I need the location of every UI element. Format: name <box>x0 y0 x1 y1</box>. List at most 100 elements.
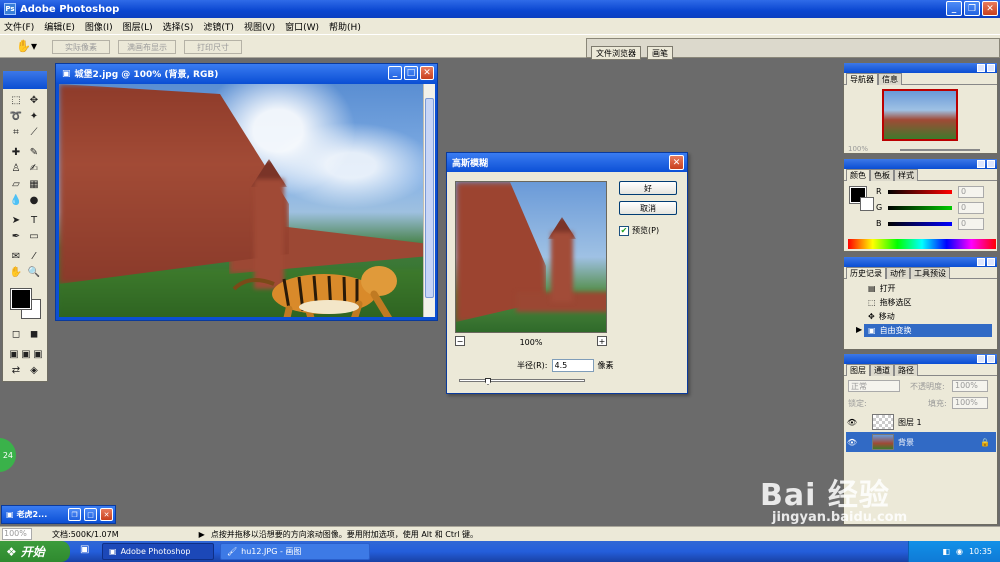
image-canvas[interactable] <box>59 84 424 317</box>
pen-tool-icon[interactable]: ✒ <box>7 229 25 243</box>
history-item[interactable]: ▤ 打开 <box>864 282 992 295</box>
tab-layers[interactable]: 图层 <box>846 364 870 376</box>
dodge-tool-icon[interactable]: ● <box>25 193 43 207</box>
doc-close-button[interactable]: ✕ <box>420 66 434 80</box>
menu-window[interactable]: 窗口(W) <box>285 20 319 33</box>
tab-actions[interactable]: 动作 <box>886 267 910 279</box>
lasso-tool-icon[interactable]: ➰ <box>7 109 25 123</box>
marquee-tool-icon[interactable]: ⬚ <box>7 93 25 107</box>
radius-slider-knob[interactable] <box>485 378 491 385</box>
print-size-button[interactable]: 打印尺寸 <box>184 40 242 54</box>
doc-minimize-button[interactable]: _ <box>388 66 402 80</box>
b-value[interactable]: 0 <box>958 218 984 230</box>
scrollbar-thumb[interactable] <box>425 98 434 298</box>
tab-swatches[interactable]: 色板 <box>870 169 894 181</box>
clock[interactable]: 10:35 <box>969 547 992 556</box>
minimized-close-button[interactable]: ✕ <box>100 508 113 521</box>
eye-icon[interactable]: 👁 <box>846 436 858 448</box>
menu-edit[interactable]: 编辑(E) <box>44 20 75 33</box>
start-button[interactable]: ❖ 开始 <box>0 541 70 562</box>
layer-row[interactable]: 👁 背景 🔒 <box>846 432 996 452</box>
tab-channels[interactable]: 通道 <box>870 364 894 376</box>
ok-button[interactable]: 好 <box>619 181 677 195</box>
history-item[interactable]: ▣ 自由变换 <box>864 324 992 337</box>
standard-mode-icon[interactable]: ◻ <box>7 327 25 341</box>
blur-tool-icon[interactable]: 💧 <box>7 193 25 207</box>
menu-view[interactable]: 视图(V) <box>244 20 275 33</box>
layers-close-icon[interactable] <box>987 355 995 363</box>
status-zoom[interactable]: 100% <box>2 528 32 540</box>
palette-close-icon[interactable] <box>987 64 995 72</box>
task-paint[interactable]: 🖌 hu12.JPG - 画图 <box>220 543 370 560</box>
restore-button[interactable]: ❐ <box>964 1 980 16</box>
fill-input[interactable]: 100% <box>952 397 988 409</box>
tab-info[interactable]: 信息 <box>878 73 902 85</box>
eye-icon[interactable]: 👁 <box>846 416 858 428</box>
status-doc-size[interactable]: 文档:500K/1.07M <box>52 529 119 540</box>
opacity-input[interactable]: 100% <box>952 380 988 392</box>
menu-file[interactable]: 文件(F) <box>4 20 34 33</box>
tab-color[interactable]: 颜色 <box>846 169 870 181</box>
history-brush-icon[interactable]: ✍ <box>25 161 43 175</box>
hand-tool-box-icon[interactable]: ✋ <box>7 265 25 279</box>
jump-to-imageready-icon[interactable]: ⇄ <box>7 363 25 377</box>
r-value[interactable]: 0 <box>958 186 984 198</box>
dialog-close-button[interactable]: ✕ <box>669 155 684 170</box>
clone-stamp-icon[interactable]: ♙ <box>7 161 25 175</box>
g-value[interactable]: 0 <box>958 202 984 214</box>
navigator-zoom-slider[interactable] <box>900 149 980 151</box>
shape-tool-icon[interactable]: ▭ <box>25 229 43 243</box>
color-close-icon[interactable] <box>987 160 995 168</box>
document-vertical-scrollbar[interactable] <box>423 84 435 317</box>
history-minimize-icon[interactable] <box>977 258 985 266</box>
layer-row[interactable]: 👁 图层 1 <box>846 412 996 432</box>
notes-tool-icon[interactable]: ✉ <box>7 249 25 263</box>
navigator-zoom[interactable]: 100% <box>848 145 868 153</box>
blend-mode-select[interactable]: 正常 <box>848 380 900 392</box>
menu-image[interactable]: 图像(I) <box>85 20 113 33</box>
minimized-maximize-button[interactable]: □ <box>84 508 97 521</box>
history-item[interactable]: ⬚ 拖移选区 <box>864 296 992 309</box>
tab-paths[interactable]: 路径 <box>894 364 918 376</box>
tab-file-browser[interactable]: 文件浏览器 <box>591 46 641 60</box>
tab-styles[interactable]: 样式 <box>894 169 918 181</box>
eraser-tool-icon[interactable]: ▱ <box>7 177 25 191</box>
radius-slider[interactable] <box>459 378 585 385</box>
path-select-icon[interactable]: ➤ <box>7 213 25 227</box>
r-slider[interactable] <box>888 190 952 194</box>
task-photoshop[interactable]: ▣ Adobe Photoshop <box>102 543 214 560</box>
doc-maximize-button[interactable]: □ <box>404 66 418 80</box>
zoom-tool-icon[interactable]: 🔍 <box>25 265 43 279</box>
color-minimize-icon[interactable] <box>977 160 985 168</box>
history-close-icon[interactable] <box>987 258 995 266</box>
foreground-color-swatch[interactable] <box>10 288 32 310</box>
menu-layer[interactable]: 图层(L) <box>123 20 153 33</box>
preview-checkbox-row[interactable]: ✔ 预览(P) <box>619 225 659 236</box>
preview-checkbox[interactable]: ✔ <box>619 225 629 236</box>
minimize-button[interactable]: _ <box>946 1 962 16</box>
color-spectrum[interactable] <box>848 239 996 249</box>
magic-wand-tool-icon[interactable]: ✦ <box>25 109 43 123</box>
tab-history[interactable]: 历史记录 <box>846 267 886 279</box>
hand-tool-icon[interactable]: ✋▾ <box>16 39 37 53</box>
b-slider[interactable] <box>888 222 952 226</box>
navigator-thumbnail[interactable] <box>882 89 958 141</box>
screen-mode-3-icon[interactable]: ▣ <box>29 347 47 361</box>
fit-on-screen-button[interactable]: 满画布显示 <box>118 40 176 54</box>
minimized-document-window[interactable]: ▣ 老虎2... ❐ □ ✕ <box>1 505 116 524</box>
zoom-out-icon[interactable]: − <box>455 336 465 346</box>
blur-preview[interactable] <box>455 181 607 333</box>
tray-icon-1[interactable]: ◧ <box>942 547 950 556</box>
zoom-in-icon[interactable]: + <box>597 336 607 346</box>
gradient-tool-icon[interactable]: ▦ <box>25 177 43 191</box>
radius-input[interactable] <box>551 359 594 372</box>
g-slider[interactable] <box>888 206 952 210</box>
type-tool-icon[interactable]: T <box>25 213 43 227</box>
cancel-button[interactable]: 取消 <box>619 201 677 215</box>
palette-minimize-icon[interactable] <box>977 64 985 72</box>
quick-mask-icon[interactable]: ◼ <box>25 327 43 341</box>
tab-brushes[interactable]: 画笔 <box>647 46 673 60</box>
history-item[interactable]: ✥ 移动 <box>864 310 992 323</box>
layers-minimize-icon[interactable] <box>977 355 985 363</box>
close-button[interactable]: ✕ <box>982 1 998 16</box>
